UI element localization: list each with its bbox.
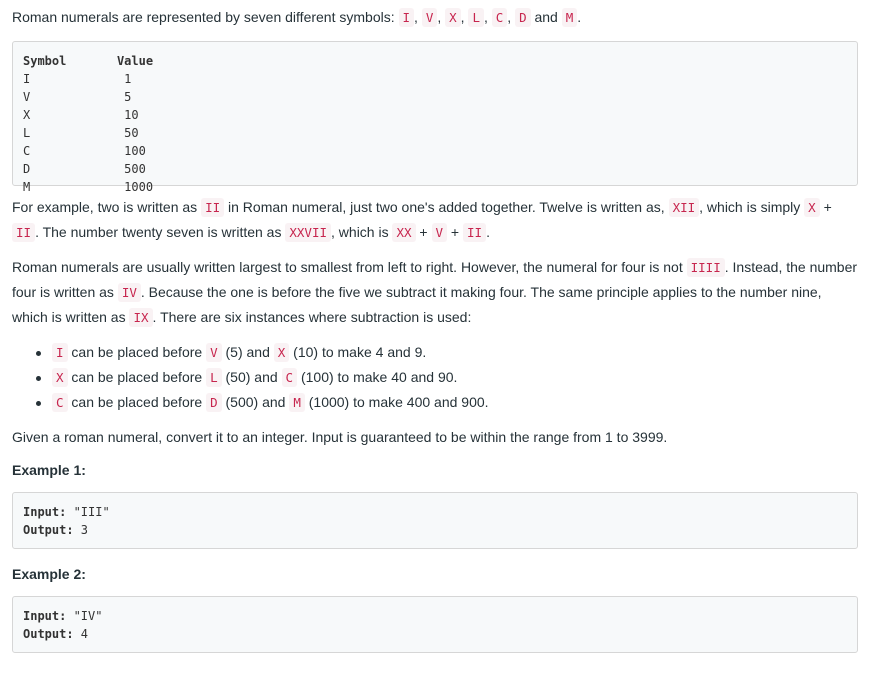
inline-code: I xyxy=(52,343,68,362)
problem-description: Roman numerals are represented by seven … xyxy=(0,5,871,653)
table-symbol: L xyxy=(23,126,31,140)
input-label: Input: xyxy=(23,505,67,519)
text: + xyxy=(819,199,832,215)
text: . There are six instances where subtract… xyxy=(152,309,472,325)
text: (50) and xyxy=(221,369,282,385)
input-label: Input: xyxy=(23,609,67,623)
inline-code: IX xyxy=(129,308,153,327)
list-item: C can be placed before D (500) and M (10… xyxy=(36,390,858,415)
inline-code: X xyxy=(52,368,68,387)
rules-paragraph: Roman numerals are usually written large… xyxy=(12,255,858,330)
text: , which is simply xyxy=(699,199,805,215)
table-value: 50 xyxy=(124,126,139,140)
inline-code: L xyxy=(206,368,222,387)
output-value: 4 xyxy=(73,627,89,641)
separator: , xyxy=(414,9,422,25)
text: (500) and xyxy=(221,394,290,410)
text: For example, two is written as xyxy=(12,199,202,215)
example-2-box: Input: "IV" Output: 4 xyxy=(12,596,858,653)
inline-code: V xyxy=(206,343,222,362)
and-word: and xyxy=(530,9,562,25)
separator: , xyxy=(507,9,516,25)
text: can be placed before xyxy=(67,344,207,360)
inline-code: X xyxy=(445,8,461,27)
inline-code: C xyxy=(491,8,508,27)
inline-code: M xyxy=(561,8,578,27)
inline-code: X xyxy=(273,343,290,362)
period: . xyxy=(577,9,582,25)
table-symbol: V xyxy=(23,90,31,104)
header-value: Value xyxy=(116,54,154,68)
example-1-box: Input: "III" Output: 3 xyxy=(12,492,858,549)
text: + xyxy=(447,224,464,240)
subtraction-rules-list: I can be placed before V (5) and X (10) … xyxy=(12,340,858,415)
table-symbol: C xyxy=(23,144,31,158)
table-symbol: D xyxy=(23,162,31,176)
table-value: 1000 xyxy=(124,180,154,194)
inline-code: I xyxy=(398,8,415,27)
symbol-value-table: Symbol Value I 1 V 5 X 10 L 50 C 100 D 5… xyxy=(12,41,858,194)
text: (100) to make 40 and 90. xyxy=(297,369,458,385)
text: can be placed before xyxy=(67,369,207,385)
output-label: Output: xyxy=(23,523,74,537)
text: (5) and xyxy=(221,344,274,360)
inline-code: C xyxy=(281,368,298,387)
inline-code: V xyxy=(431,223,448,242)
text: . The number twenty seven is written as xyxy=(35,224,286,240)
inline-code: IIII xyxy=(686,258,725,277)
intro-text: Roman numerals are represented by seven … xyxy=(12,9,399,25)
inline-code: V xyxy=(421,8,438,27)
header-symbol: Symbol xyxy=(23,54,67,68)
text: can be placed before xyxy=(67,394,207,410)
inline-code: M xyxy=(289,393,305,412)
inline-code: D xyxy=(515,8,531,27)
inline-code: XII xyxy=(668,198,700,217)
table-value: 1 xyxy=(124,72,132,86)
given-paragraph: Given a roman numeral, convert it to an … xyxy=(12,429,668,445)
output-label: Output: xyxy=(23,627,74,641)
inline-code: D xyxy=(206,393,222,412)
table-value: 10 xyxy=(124,108,139,122)
inline-code: IV xyxy=(117,283,141,302)
inline-code: II xyxy=(12,223,36,242)
table-value: 500 xyxy=(124,162,146,176)
text: . xyxy=(486,224,490,240)
table-symbol: I xyxy=(23,72,31,86)
list-item: I can be placed before V (5) and X (10) … xyxy=(36,340,858,365)
input-value: "III" xyxy=(66,505,110,519)
text: Roman numerals are usually written large… xyxy=(12,259,687,275)
table-value: 100 xyxy=(124,144,146,158)
table-symbol: M xyxy=(23,180,31,194)
text: (1000) to make 400 and 900. xyxy=(304,394,489,410)
text: , which is xyxy=(331,224,393,240)
inline-code: L xyxy=(468,8,484,27)
separator: , xyxy=(483,9,492,25)
text: (10) to make 4 and 9. xyxy=(289,344,427,360)
inline-code: XXVII xyxy=(285,223,332,242)
table-value: 5 xyxy=(124,90,132,104)
output-value: 3 xyxy=(73,523,89,537)
example-2-title: Example 2: xyxy=(12,566,86,582)
inline-code: X xyxy=(804,198,820,217)
inline-code: XX xyxy=(392,223,416,242)
list-item: X can be placed before L (50) and C (100… xyxy=(36,365,858,390)
inline-code: II xyxy=(201,198,225,217)
example-paragraph: For example, two is written as II in Rom… xyxy=(12,195,858,245)
table-symbol: X xyxy=(23,108,31,122)
inline-code: II xyxy=(463,223,487,242)
example-1-title: Example 1: xyxy=(12,462,86,478)
separator: , xyxy=(437,9,446,25)
input-value: "IV" xyxy=(66,609,103,623)
text: + xyxy=(415,224,432,240)
inline-code: C xyxy=(52,393,68,412)
intro-paragraph: Roman numerals are represented by seven … xyxy=(12,5,858,30)
text: in Roman numeral, just two one's added t… xyxy=(224,199,669,215)
